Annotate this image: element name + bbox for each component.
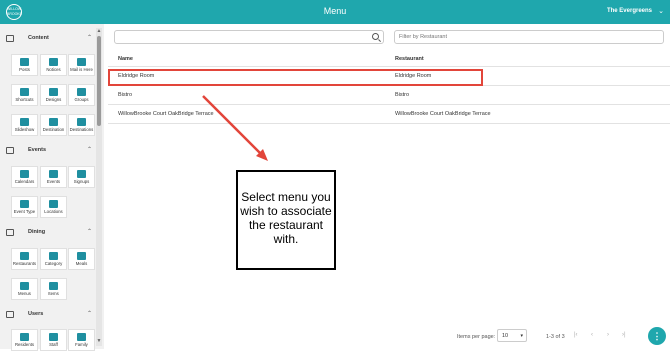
items-per-page-select[interactable]: 10 ▾ [497,329,527,342]
first-page-icon[interactable]: |‹ [574,332,578,338]
last-page-icon[interactable]: ›| [622,332,626,338]
page-range: 1-3 of 3 [546,334,565,340]
next-page-icon[interactable]: › [607,332,609,338]
help-icon[interactable]: ⋮ [648,327,666,345]
items-per-page-label: Items per page: [457,334,496,340]
prev-page-icon[interactable]: ‹ [591,332,593,338]
dropdown-arrow-icon: ▾ [520,333,523,339]
instruction-callout: Select menu you wish to associate the re… [236,170,336,270]
items-per-page-value: 10 [502,333,509,339]
